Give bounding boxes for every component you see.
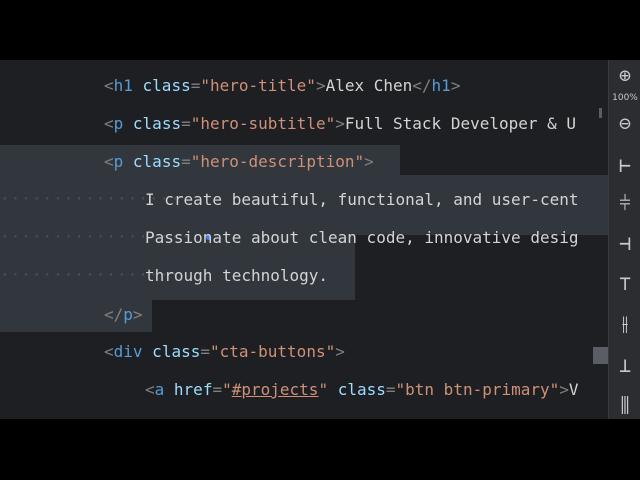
code-token-text: I create beautiful, functional, and user… <box>145 190 579 209</box>
code-token-punc: > <box>315 76 326 95</box>
code-token-punc: < <box>104 114 114 133</box>
code-token-punc: = <box>212 380 223 399</box>
code-token-text: Full Stack Developer & U <box>344 114 577 133</box>
align-center-horizontal-icon[interactable]: ⫩ <box>609 188 640 218</box>
code-token-punc: > <box>132 305 143 324</box>
code-token-punc: > <box>364 152 374 171</box>
code-area[interactable]: ·················· ·················· ··… <box>0 60 608 419</box>
code-line[interactable]: <p class="hero-subtitle">Full Stack Deve… <box>104 109 576 139</box>
code-token-str: "hero-subtitle" <box>190 114 336 133</box>
code-token-punc: < <box>104 342 114 361</box>
code-token-str: " <box>222 380 232 399</box>
code-token-tag: p <box>113 114 124 133</box>
code-token-str: "btn btn-primary" <box>395 380 560 399</box>
code-token-text: V <box>568 380 579 399</box>
code-token-punc: = <box>200 342 210 361</box>
code-token-punc: < <box>104 76 114 95</box>
code-token-punc: > <box>335 114 345 133</box>
code-token-punc: < <box>104 152 114 171</box>
zoom-in-icon[interactable]: ⊕ <box>609 60 640 90</box>
code-token-punc: </ <box>104 305 124 324</box>
code-token-str: "cta-buttons" <box>209 342 336 361</box>
code-line[interactable]: <a href="#projects" class="btn btn-prima… <box>145 375 579 405</box>
code-token-attr: href <box>164 380 213 399</box>
code-token-punc: = <box>181 152 191 171</box>
code-token-tag: div <box>113 342 143 361</box>
letterbox-bottom <box>0 419 640 480</box>
code-line[interactable]: <div class="cta-buttons"> <box>104 337 345 367</box>
scroll-marker <box>599 108 602 118</box>
code-token-punc: > <box>559 380 569 399</box>
tool-panel: 100% ⊕ ⊖ ⊢ ⫩ ⊣ ⊤ ⫲ ⊥ ⫼ <box>608 60 640 419</box>
letterbox-top <box>0 0 640 60</box>
code-line[interactable]: </p> <box>104 300 143 330</box>
align-right-icon[interactable]: ⊣ <box>609 228 640 258</box>
code-token-link: #projects <box>231 380 319 399</box>
code-token-text: Alex Chen <box>325 76 413 95</box>
code-token-tag: p <box>113 152 124 171</box>
zoom-out-icon[interactable]: ⊖ <box>609 108 640 138</box>
zoom-level: 100% <box>612 93 638 103</box>
code-token-text: through technology. <box>145 266 329 285</box>
code-token-text: Passionate about clean code, innovative … <box>145 228 579 247</box>
code-token-attr: class <box>123 152 182 171</box>
code-token-str: "hero-description" <box>190 152 365 171</box>
align-top-icon[interactable]: ⊤ <box>609 268 640 298</box>
code-token-tag: p <box>123 305 133 324</box>
code-token-punc: </ <box>412 76 432 95</box>
scroll-marker <box>593 347 608 364</box>
code-line[interactable]: <h1 class="hero-title">Alex Chen</h1> <box>104 71 460 101</box>
code-token-punc: > <box>450 76 461 95</box>
code-token-punc: < <box>145 380 155 399</box>
code-line[interactable]: <p class="hero-description"> <box>104 147 374 177</box>
code-token-attr: class <box>123 114 182 133</box>
code-token-str: " <box>318 380 329 399</box>
code-token-tag: h1 <box>113 76 133 95</box>
code-line[interactable]: through technology. <box>145 261 328 291</box>
code-token-punc: > <box>335 342 345 361</box>
code-line[interactable]: I create beautiful, functional, and user… <box>145 185 578 215</box>
distribute-icon[interactable]: ⫼ <box>609 390 640 419</box>
code-token-tag: a <box>154 380 165 399</box>
code-token-attr: class <box>328 380 386 399</box>
code-token-punc: = <box>385 380 396 399</box>
code-token-attr: class <box>142 342 201 361</box>
code-token-punc: = <box>181 114 191 133</box>
code-token-str: "hero-title" <box>200 76 316 95</box>
code-token-attr: class <box>132 76 191 95</box>
align-bottom-icon[interactable]: ⊥ <box>609 350 640 380</box>
code-token-tag: h1 <box>431 76 451 95</box>
align-center-vertical-icon[interactable]: ⫲ <box>609 308 640 338</box>
code-editor[interactable]: ·················· ·················· ··… <box>0 60 640 419</box>
code-token-punc: = <box>190 76 201 95</box>
code-line[interactable]: Passionate about clean code, innovative … <box>145 223 578 253</box>
align-left-icon[interactable]: ⊢ <box>609 150 640 180</box>
